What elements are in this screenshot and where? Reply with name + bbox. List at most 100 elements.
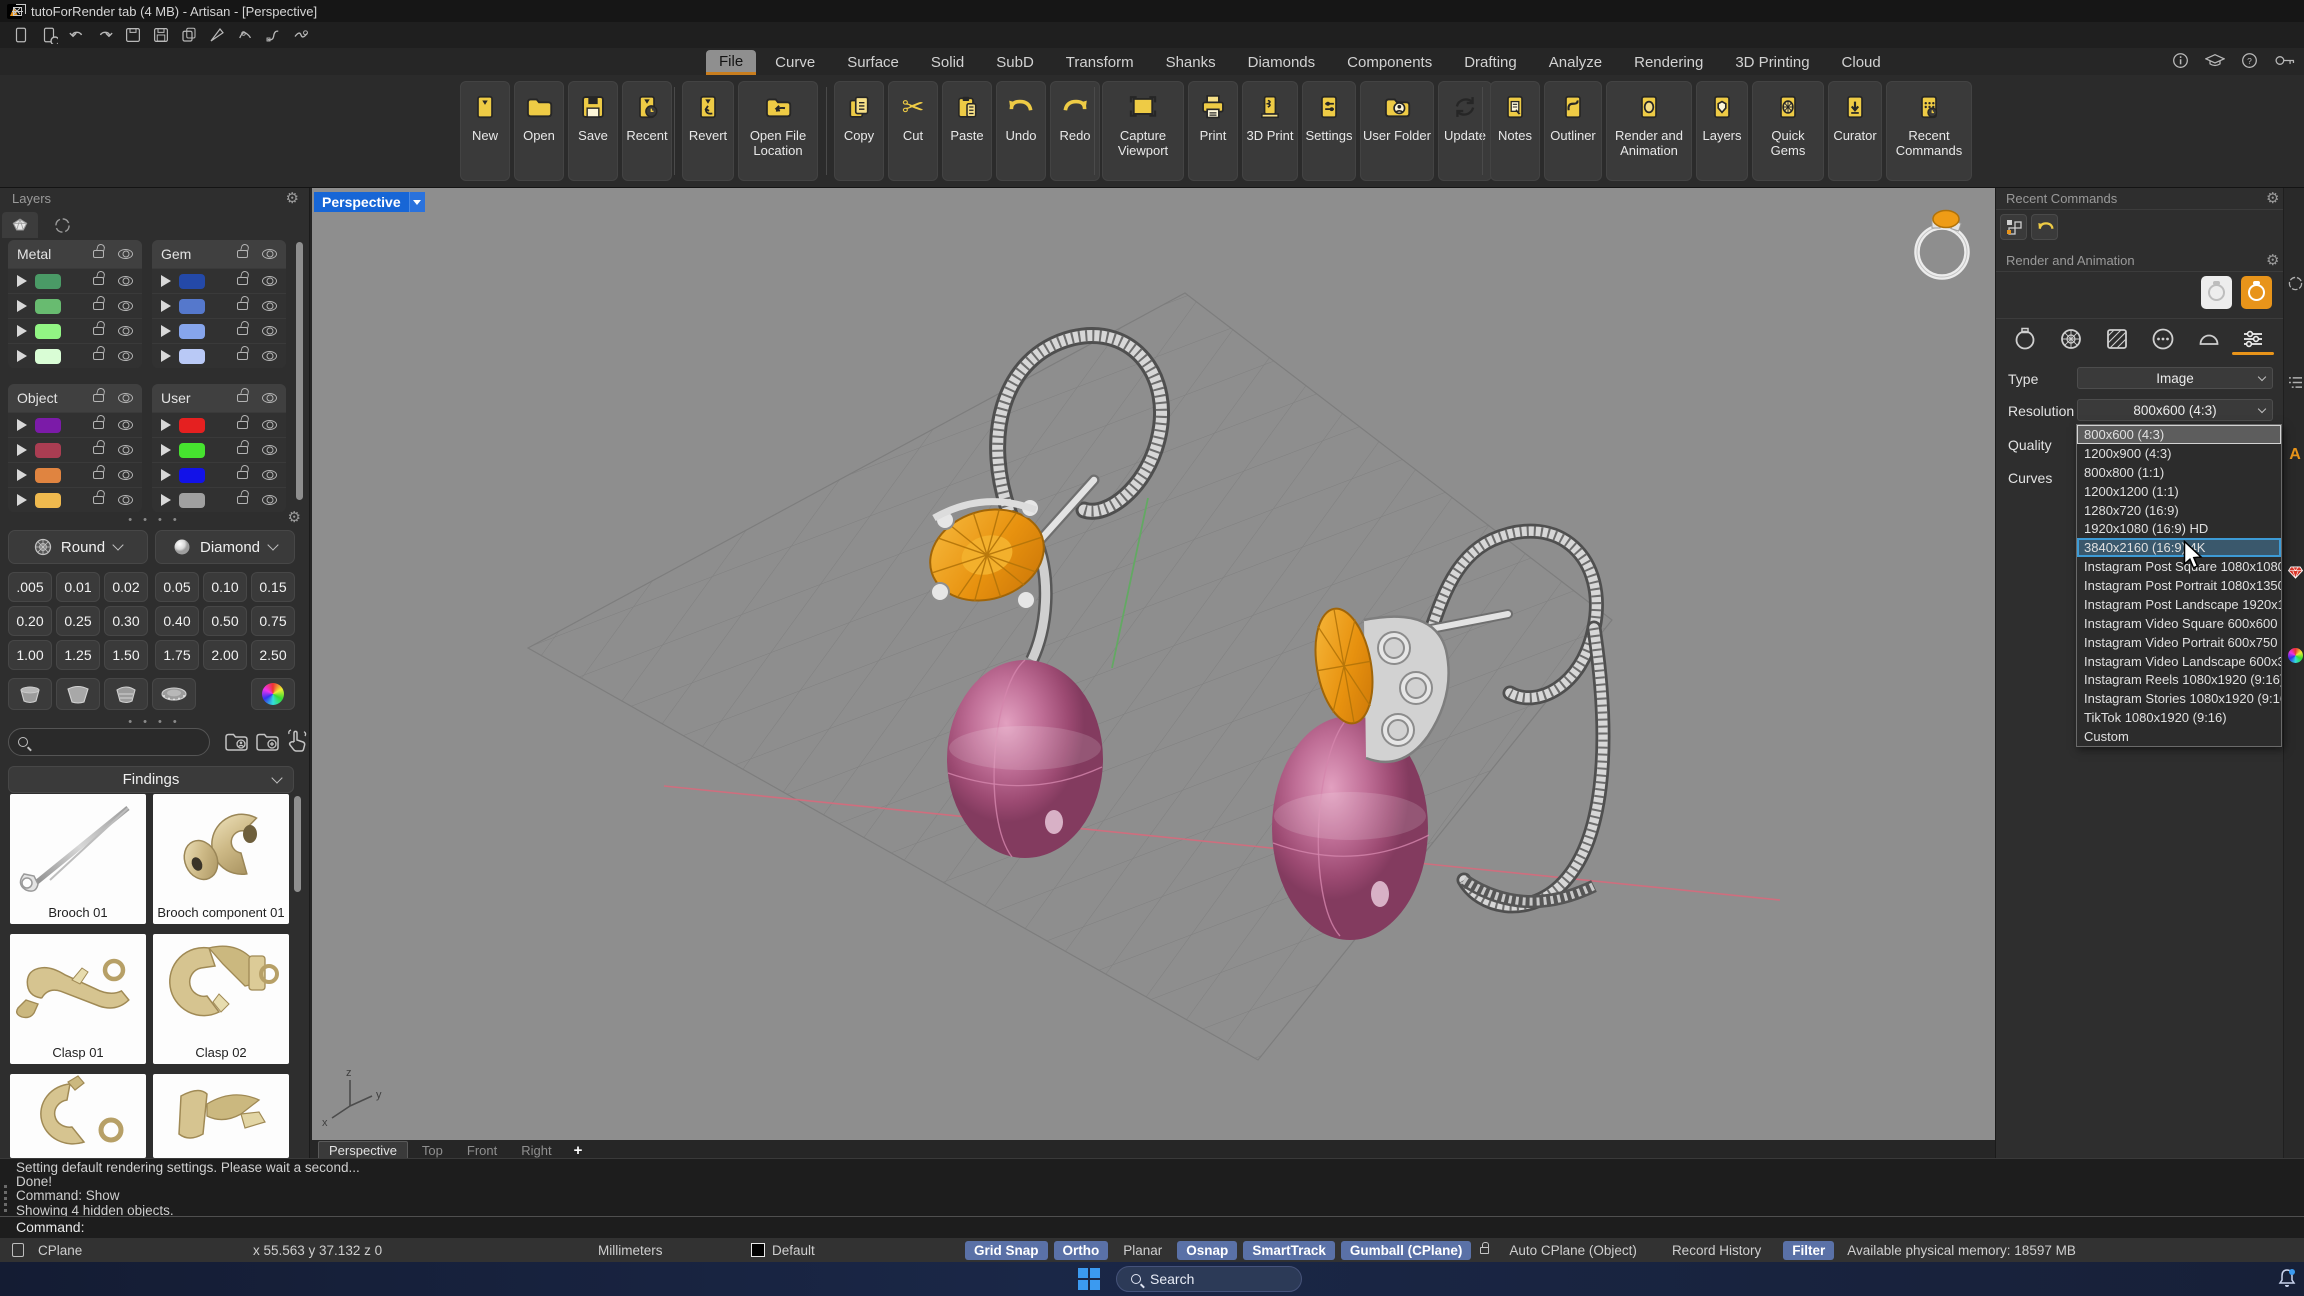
toggle-grid-snap[interactable]: Grid Snap: [965, 1241, 1048, 1260]
3d-print-button[interactable]: 3D Print: [1242, 81, 1298, 181]
play-icon[interactable]: [161, 444, 171, 456]
resolution-option[interactable]: 1920x1080 (16:9) HD: [2077, 519, 2281, 538]
qat-template-icon[interactable]: [40, 26, 58, 44]
qat-new-icon[interactable]: [12, 26, 30, 44]
paste-button[interactable]: Paste: [942, 81, 992, 181]
learn-icon[interactable]: [2205, 53, 2225, 68]
eye-icon[interactable]: [118, 249, 133, 259]
resolution-option[interactable]: 800x600 (4:3): [2077, 425, 2281, 444]
layer-color-swatch[interactable]: [179, 418, 205, 433]
layer-group-header[interactable]: Gem: [152, 240, 286, 268]
layer-color-swatch[interactable]: [35, 274, 61, 289]
resolution-option[interactable]: 1200x900 (4:3): [2077, 444, 2281, 463]
lock-icon[interactable]: [237, 352, 248, 360]
library-add-folder-icon[interactable]: [255, 729, 281, 758]
lock-icon[interactable]: [93, 327, 104, 335]
layer-row[interactable]: [152, 318, 286, 343]
resolution-option-hovered[interactable]: 3840x2160 (16:9) 4K: [2077, 538, 2281, 557]
gem-size-button[interactable]: 0.40: [155, 606, 199, 636]
eye-icon[interactable]: [262, 495, 277, 505]
notes-button[interactable]: Notes: [1490, 81, 1540, 181]
viewport-tab-perspective[interactable]: Perspective: [318, 1141, 408, 1160]
play-icon[interactable]: [17, 494, 27, 506]
layer-row[interactable]: [152, 462, 286, 487]
play-icon[interactable]: [17, 444, 27, 456]
drag-drop-icon[interactable]: [286, 728, 308, 757]
play-icon[interactable]: [161, 469, 171, 481]
cut-button[interactable]: ✂ Cut: [888, 81, 938, 181]
layer-row[interactable]: [8, 343, 142, 368]
eye-icon[interactable]: [118, 301, 133, 311]
eye-icon[interactable]: [262, 420, 277, 430]
play-icon[interactable]: [161, 350, 171, 362]
layer-group-header[interactable]: User: [152, 384, 286, 412]
gem-size-button[interactable]: 0.01: [56, 572, 100, 602]
play-icon[interactable]: [161, 300, 171, 312]
redo-button[interactable]: Redo: [1050, 81, 1100, 181]
render-tab-output-settings[interactable]: [2236, 326, 2270, 352]
lock-icon[interactable]: [237, 327, 248, 335]
play-icon[interactable]: [17, 350, 27, 362]
qat-redo-icon[interactable]: [96, 26, 114, 44]
layers-button[interactable]: Layers: [1696, 81, 1748, 181]
layer-row[interactable]: [8, 412, 142, 437]
print-button[interactable]: Print: [1188, 81, 1238, 181]
resolution-option[interactable]: Instagram Video Portrait 600x750 (12:15): [2077, 633, 2281, 652]
open-button[interactable]: Open: [514, 81, 564, 181]
gem-size-button[interactable]: 1.25: [56, 640, 100, 670]
tab-subd[interactable]: SubD: [983, 51, 1047, 75]
lock-icon[interactable]: [93, 250, 104, 258]
gem-size-button[interactable]: 0.10: [203, 572, 247, 602]
play-icon[interactable]: [17, 325, 27, 337]
setting-style-button[interactable]: [152, 678, 196, 710]
findings-search-input[interactable]: [8, 728, 210, 756]
layer-color-swatch[interactable]: [751, 1243, 765, 1257]
revert-button[interactable]: Revert: [682, 81, 734, 181]
layer-row[interactable]: [152, 412, 286, 437]
setting-style-button[interactable]: [56, 678, 100, 710]
finding-item-clasp-02[interactable]: Clasp 02: [153, 934, 289, 1064]
eye-icon[interactable]: [118, 470, 133, 480]
setting-style-button[interactable]: [104, 678, 148, 710]
finding-item-clasp-01[interactable]: Clasp 01: [10, 934, 146, 1064]
eye-icon[interactable]: [118, 351, 133, 361]
eye-icon[interactable]: [262, 276, 277, 286]
copy-button[interactable]: Copy: [834, 81, 884, 181]
gem-size-button[interactable]: 1.00: [8, 640, 52, 670]
viewport-title-menu-icon[interactable]: [409, 192, 425, 212]
eye-icon[interactable]: [118, 445, 133, 455]
tab-surface[interactable]: Surface: [834, 51, 912, 75]
eye-icon[interactable]: [262, 445, 277, 455]
layer-row[interactable]: [8, 487, 142, 512]
viewport-tab-right[interactable]: Right: [511, 1142, 561, 1159]
eye-icon[interactable]: [262, 351, 277, 361]
layer-row[interactable]: [8, 437, 142, 462]
layer-color-swatch[interactable]: [35, 349, 61, 364]
toggle-smarttrack[interactable]: SmartTrack: [1243, 1241, 1335, 1260]
layer-row[interactable]: [152, 293, 286, 318]
play-icon[interactable]: [17, 469, 27, 481]
strip-artisan-logo-icon[interactable]: A: [2284, 446, 2304, 464]
viewport-tab-front[interactable]: Front: [457, 1142, 507, 1159]
finding-item-partial[interactable]: [153, 1074, 289, 1158]
tab-3d-printing[interactable]: 3D Printing: [1722, 51, 1822, 75]
layer-color-swatch[interactable]: [35, 468, 61, 483]
resolution-option[interactable]: Instagram Post Landscape 1920x1080 (16:9…: [2077, 595, 2281, 614]
eye-icon[interactable]: [118, 495, 133, 505]
render-preview-button[interactable]: [2201, 276, 2232, 309]
finding-item-brooch-01[interactable]: Brooch 01: [10, 794, 146, 924]
resolution-select[interactable]: 800x600 (4:3): [2077, 399, 2273, 421]
recent-command-blocks-button[interactable]: [2000, 214, 2027, 240]
render-tab-options[interactable]: [2146, 326, 2180, 352]
gem-shape-select[interactable]: Round: [8, 530, 148, 564]
resolution-option[interactable]: TikTok 1080x1920 (9:16): [2077, 708, 2281, 727]
status-cplane[interactable]: CPlane: [38, 1243, 253, 1258]
close-button[interactable]: ×: [0, 0, 34, 22]
toggle-filter[interactable]: Filter: [1783, 1241, 1834, 1260]
recent-button[interactable]: Recent: [622, 81, 672, 181]
layer-color-swatch[interactable]: [35, 493, 61, 508]
play-icon[interactable]: [17, 275, 27, 287]
command-panel-grip[interactable]: [4, 1182, 7, 1212]
taskbar-search[interactable]: Search: [1116, 1266, 1302, 1292]
play-icon[interactable]: [17, 419, 27, 431]
